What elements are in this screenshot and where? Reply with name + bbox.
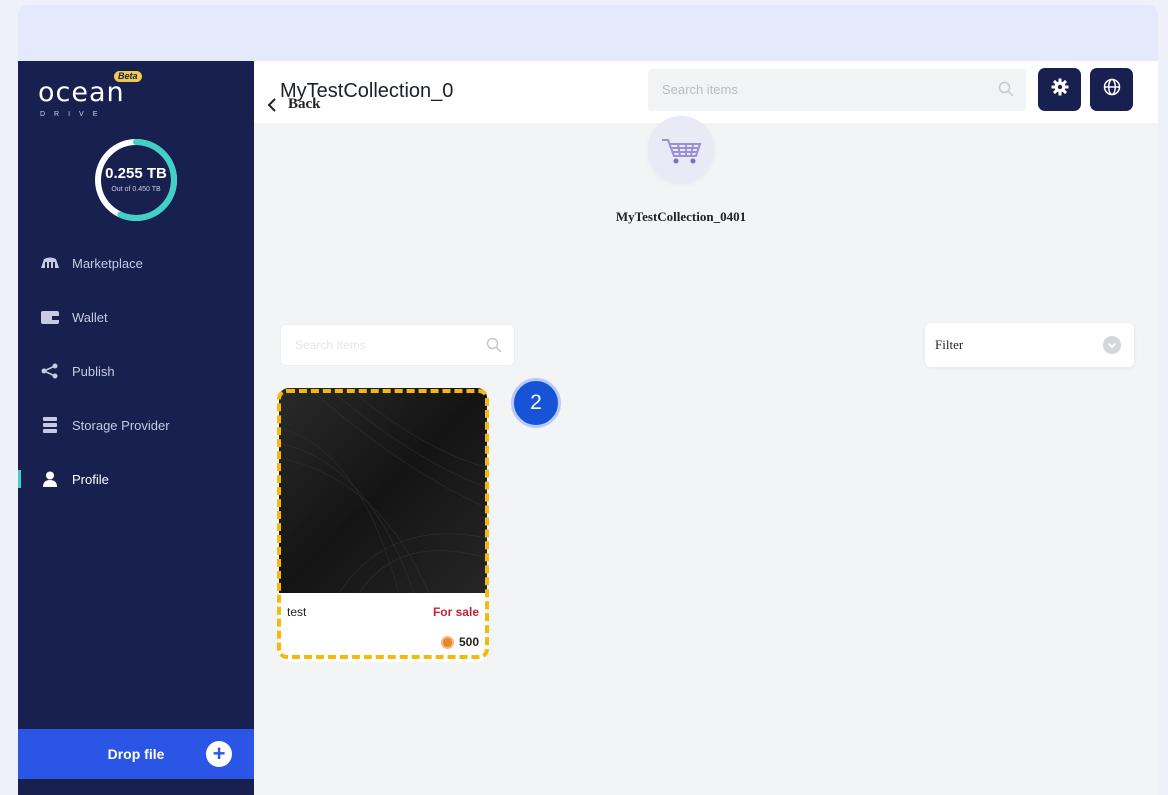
top-header: MyTestCollection_0 Search items	[254, 61, 1158, 123]
search-icon	[486, 337, 502, 358]
sidebar-item-label: Publish	[72, 363, 115, 379]
sidebar-item-profile[interactable]: Profile	[18, 452, 254, 506]
sidebar-item-wallet[interactable]: Wallet	[18, 290, 254, 344]
storage-usage-ring: 0.255 TB Out of 0.450 TB	[92, 136, 180, 224]
chevron-down-icon	[1103, 336, 1121, 354]
browser-frame: ocean Beta DRIVE 0.255 TB Out of 0.450 T…	[18, 5, 1158, 795]
language-button[interactable]	[1090, 68, 1133, 111]
chevron-left-icon	[267, 97, 276, 112]
item-search-placeholder: Search Items	[295, 338, 366, 352]
beta-badge: Beta	[114, 71, 142, 82]
highlight-box	[277, 389, 489, 659]
wallet-icon	[40, 309, 60, 325]
shopping-cart-icon	[662, 139, 702, 164]
back-button[interactable]: Back	[266, 96, 321, 113]
storage-total-text: Out of 0.450 TB	[111, 186, 161, 193]
sidebar: ocean Beta DRIVE 0.255 TB Out of 0.450 T…	[18, 61, 254, 795]
sidebar-item-label: Marketplace	[72, 255, 143, 271]
sidebar-item-storage-provider[interactable]: Storage Provider	[18, 398, 254, 452]
sidebar-item-label: Storage Provider	[72, 417, 170, 433]
settings-button[interactable]	[1038, 68, 1081, 111]
filter-label: Filter	[935, 337, 964, 352]
storage-used-value: 0.255 TB	[105, 165, 167, 182]
plus-icon: +	[206, 741, 232, 767]
collection-avatar	[648, 116, 714, 182]
sidebar-item-publish[interactable]: Publish	[18, 344, 254, 398]
logo-subtitle: DRIVE	[40, 111, 107, 118]
server-icon	[40, 417, 60, 433]
sidebar-item-label: Profile	[72, 471, 109, 487]
step-marker: 2	[511, 378, 561, 428]
drop-file-button[interactable]: Drop file +	[18, 729, 254, 779]
search-placeholder: Search items	[662, 82, 738, 97]
back-label: Back	[288, 96, 321, 112]
ocean-drive-logo[interactable]: ocean Beta DRIVE	[38, 71, 158, 119]
logo-word: ocean	[38, 77, 125, 108]
search-items-field[interactable]: Search items	[648, 69, 1026, 111]
sidebar-item-label: Wallet	[72, 309, 108, 325]
sidebar-nav: Marketplace Wallet Publish Storage Provi…	[18, 236, 254, 506]
globe-icon	[1103, 78, 1121, 101]
user-icon	[40, 471, 60, 487]
search-icon	[998, 81, 1014, 102]
filter-dropdown[interactable]: Filter	[925, 323, 1134, 367]
gear-icon	[1051, 78, 1069, 101]
item-search-input[interactable]: Search Items	[280, 324, 515, 366]
drop-file-label: Drop file	[107, 746, 165, 762]
sidebar-item-marketplace[interactable]: Marketplace	[18, 236, 254, 290]
marketplace-icon	[40, 255, 60, 271]
share-icon	[40, 363, 60, 379]
collection-name: MyTestCollection_0401	[615, 209, 747, 224]
app-window: ocean Beta DRIVE 0.255 TB Out of 0.450 T…	[18, 61, 1158, 795]
